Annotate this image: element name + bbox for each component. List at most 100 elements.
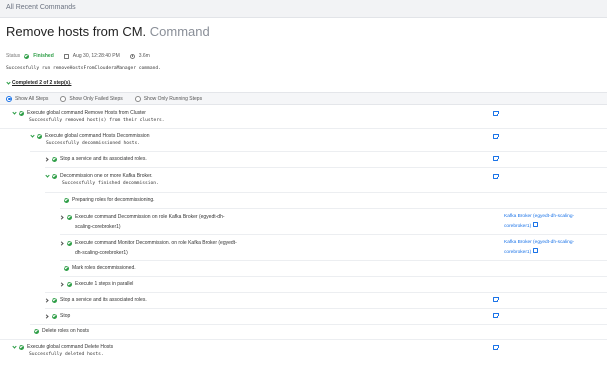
chevron-right-icon[interactable] <box>60 215 64 219</box>
step-detail: Successfully decommissioned hosts. <box>46 141 141 146</box>
clock-icon <box>129 53 135 59</box>
chevron-right-icon[interactable] <box>45 157 49 161</box>
check-circle-icon <box>67 281 72 287</box>
step-row: Delete roles on hosts <box>34 328 89 334</box>
step-label-line: Execute command Monitor Decommission. on… <box>75 240 237 246</box>
step-row[interactable]: Execute command Decommission on role Kaf… <box>60 212 225 232</box>
external-link-icon[interactable] <box>493 133 499 139</box>
step-label: Execute command Monitor Decommission. on… <box>75 238 237 258</box>
step-label: Delete roles on hosts <box>42 328 89 334</box>
divider <box>45 192 607 193</box>
step-detail: Successfully deleted hosts. <box>29 352 104 357</box>
check-circle-icon <box>19 344 24 350</box>
filter-label: Show Only Running Steps <box>143 95 203 102</box>
step-label: Execute command Decommission on role Kaf… <box>75 212 225 232</box>
step-row[interactable]: Execute global command Delete Hosts <box>12 344 113 350</box>
divider <box>60 234 607 235</box>
check-circle-icon <box>52 297 57 303</box>
step-row[interactable]: Stop a service and its associated roles. <box>45 156 147 162</box>
step-label: Execute global command Delete Hosts <box>27 344 114 350</box>
external-link-icon[interactable] <box>493 173 499 179</box>
chevron-right-icon[interactable] <box>60 282 64 286</box>
check-circle-icon <box>37 133 42 139</box>
filter-show-only-failed-steps[interactable]: Show Only Failed Steps <box>60 95 123 102</box>
step-row[interactable]: Decommission one or more Kafka Broker. <box>45 173 153 179</box>
external-link-icon <box>533 222 538 227</box>
check-circle-icon <box>24 53 30 59</box>
filter-show-all-steps[interactable]: Show All Steps <box>6 95 49 102</box>
step-label: Stop <box>60 313 71 319</box>
radio-icon <box>60 95 67 102</box>
filter-label: Show All Steps <box>15 95 49 102</box>
radio-icon <box>134 95 141 102</box>
step-label: Execute 1 steps in parallel <box>75 281 134 287</box>
status-line: Status Finished Aug 30, 12:28:40 PM 3.6m <box>6 53 150 59</box>
chevron-down-icon[interactable] <box>12 345 16 349</box>
check-circle-icon <box>52 173 57 179</box>
external-link-icon <box>533 248 538 253</box>
divider <box>30 324 607 325</box>
step-detail: Successfully finished decommission. <box>62 181 159 186</box>
check-circle-icon <box>64 197 69 203</box>
role-link-line: Kafka Broker (egyedt-dh-scaling- <box>504 214 575 219</box>
filter-label: Show Only Failed Steps <box>69 95 123 102</box>
page-title-main: Remove hosts from CM. <box>6 24 147 39</box>
breadcrumb-all-recent-commands[interactable]: All Recent Commands <box>6 4 76 11</box>
check-circle-icon <box>19 110 24 116</box>
external-link-icon[interactable] <box>493 296 499 302</box>
external-link-icon[interactable] <box>493 344 499 350</box>
divider <box>60 208 607 209</box>
step-label: Preparing roles for decommissioning. <box>72 197 155 203</box>
role-link-line: Kafka Broker (egyedt-dh-scaling- <box>504 240 575 245</box>
chevron-down-icon[interactable] <box>12 111 16 115</box>
check-circle-icon <box>67 214 72 220</box>
check-circle-icon <box>52 313 57 319</box>
step-detail: Successfully removed host(s) from their … <box>29 118 165 123</box>
chevron-right-icon[interactable] <box>60 241 64 245</box>
divider <box>45 308 607 309</box>
step-row[interactable]: Stop <box>45 313 70 319</box>
step-row: Preparing roles for decommissioning. <box>64 197 155 203</box>
chevron-right-icon[interactable] <box>45 298 49 302</box>
role-link-kafka-broker[interactable]: Kafka Broker (egyedt-dh-scaling- corebro… <box>504 212 574 231</box>
filter-show-only-running-steps[interactable]: Show Only Running Steps <box>134 95 203 102</box>
calendar-icon <box>63 53 69 59</box>
status-value: Finished <box>33 53 54 59</box>
divider <box>60 276 607 277</box>
divider <box>30 151 607 152</box>
divider <box>45 167 607 168</box>
step-label: Decommission one or more Kafka Broker. <box>60 173 153 179</box>
step-label-line: Execute command Decommission on role Kaf… <box>75 214 225 220</box>
check-circle-icon <box>67 240 72 246</box>
step-label-line: scaling-corebroker1) <box>75 224 121 230</box>
step-row[interactable]: Execute 1 steps in parallel <box>60 281 133 287</box>
chevron-down-icon[interactable] <box>30 134 34 138</box>
chevron-right-icon[interactable] <box>45 314 49 318</box>
status-label: Status <box>6 53 21 59</box>
completed-steps-toggle[interactable]: Completed 2 of 2 step(s). <box>6 80 71 86</box>
top-bar: All Recent Commands <box>0 0 607 18</box>
external-link-icon[interactable] <box>493 155 499 161</box>
status-duration: 3.6m <box>138 53 150 59</box>
check-circle-icon <box>52 156 57 162</box>
chevron-down-icon[interactable] <box>45 174 49 178</box>
step-row[interactable]: Execute global command Remove Hosts from… <box>12 110 146 116</box>
command-summary: Successfully run removeHostsFromCloudera… <box>6 66 161 71</box>
step-row[interactable]: Stop a service and its associated roles. <box>45 297 147 303</box>
external-link-icon[interactable] <box>493 110 499 116</box>
step-label: Stop a service and its associated roles. <box>60 156 147 162</box>
step-filter-bar: Show All Steps Show Only Failed Steps Sh… <box>0 92 607 105</box>
completed-steps-label: Completed 2 of 2 step(s). <box>12 80 72 86</box>
step-row: Mark roles decommissioned. <box>64 265 136 271</box>
divider <box>45 292 607 293</box>
chevron-down-icon <box>6 81 10 85</box>
role-link-kafka-broker[interactable]: Kafka Broker (egyedt-dh-scaling- corebro… <box>504 238 574 257</box>
step-label: Execute global command Hosts Decommissio… <box>45 133 150 139</box>
divider <box>0 128 607 129</box>
radio-selected-icon <box>6 95 12 102</box>
step-row[interactable]: Execute command Monitor Decommission. on… <box>60 238 237 258</box>
role-link-line: corebroker1) <box>504 248 574 258</box>
external-link-icon[interactable] <box>493 312 499 318</box>
step-row[interactable]: Execute global command Hosts Decommissio… <box>30 133 150 139</box>
step-label: Stop a service and its associated roles. <box>60 297 147 303</box>
